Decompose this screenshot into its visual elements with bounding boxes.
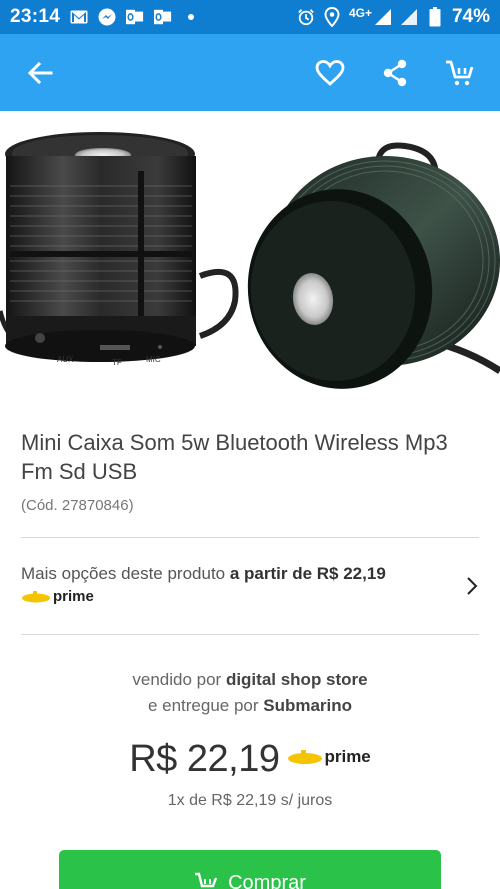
battery-percent: 74% [451,6,490,27]
more-options-text: Mais opções deste produto a partir de R$… [21,564,386,584]
back-button[interactable] [20,53,60,93]
product-title: Mini Caixa Som 5w Bluetooth Wireless Mp3… [21,430,448,484]
divider [21,634,479,635]
tf-label: TF [112,358,122,367]
more-options-row[interactable]: Mais opções deste produto a partir de R$… [0,538,500,634]
delivered-by-name: Submarino [263,696,353,715]
app-bar-actions [310,53,480,93]
more-options-price: a partir de R$ 22,19 [229,564,386,583]
seller-info: vendido por digital shop store e entregu… [0,667,500,719]
product-code: (Cód. 27870846) [21,497,134,514]
installments-text: 1x de R$ 22,19 s/ juros [167,792,333,809]
sold-by-line: vendido por digital shop store [0,667,500,693]
product-image[interactable]: AUX TF MIC [0,111,500,401]
share-button[interactable] [375,53,415,93]
price-prime-badge: prime [287,746,371,767]
price-value: R$ 22,19 [129,738,280,780]
prime-submarine-icon [22,590,50,602]
cart-icon [195,872,218,888]
messenger-icon [98,8,116,26]
prime-badge: prime [21,588,94,605]
delivered-by-prefix: e entregue por [147,696,264,715]
location-icon [323,7,341,27]
status-right: 4G+ 74% [297,6,490,28]
status-left: 23:14 [10,6,200,28]
signal-icon [374,9,392,25]
network-label: 4G+ [348,6,372,20]
price-row: R$ 22,19 prime [0,738,500,781]
price-prime-label: prime [324,746,371,766]
product-photo: AUX TF MIC [0,132,500,389]
buy-button-label: Comprar [228,872,306,889]
app-bar [0,34,500,111]
cart-button[interactable] [440,53,480,93]
alarm-icon [297,9,315,26]
favorite-button[interactable] [310,53,350,93]
aux-label: AUX [57,355,74,364]
prime-submarine-icon [288,749,323,764]
outlook-icon [126,9,144,25]
delivered-by-line: e entregue por Submarino [0,693,500,719]
mic-label: MIC [146,355,161,364]
status-time: 23:14 [10,6,61,27]
back-arrow-icon [27,61,53,84]
dot-icon [182,9,200,25]
share-icon [383,59,407,86]
prime-label: prime [53,588,94,605]
cart-icon [446,60,474,85]
more-options-label: Mais opções deste produto [21,564,230,583]
outlook-icon [154,9,172,25]
heart-icon [315,59,345,86]
buy-button[interactable]: Comprar [59,850,441,889]
chevron-right-icon [467,577,478,595]
battery-icon [426,7,444,27]
sold-by-name[interactable]: digital shop store [226,670,368,689]
status-bar: 23:14 4G+ 74% [0,0,500,34]
signal-icon [400,9,418,25]
gmail-icon [70,9,88,25]
sold-by-prefix: vendido por [132,670,226,689]
